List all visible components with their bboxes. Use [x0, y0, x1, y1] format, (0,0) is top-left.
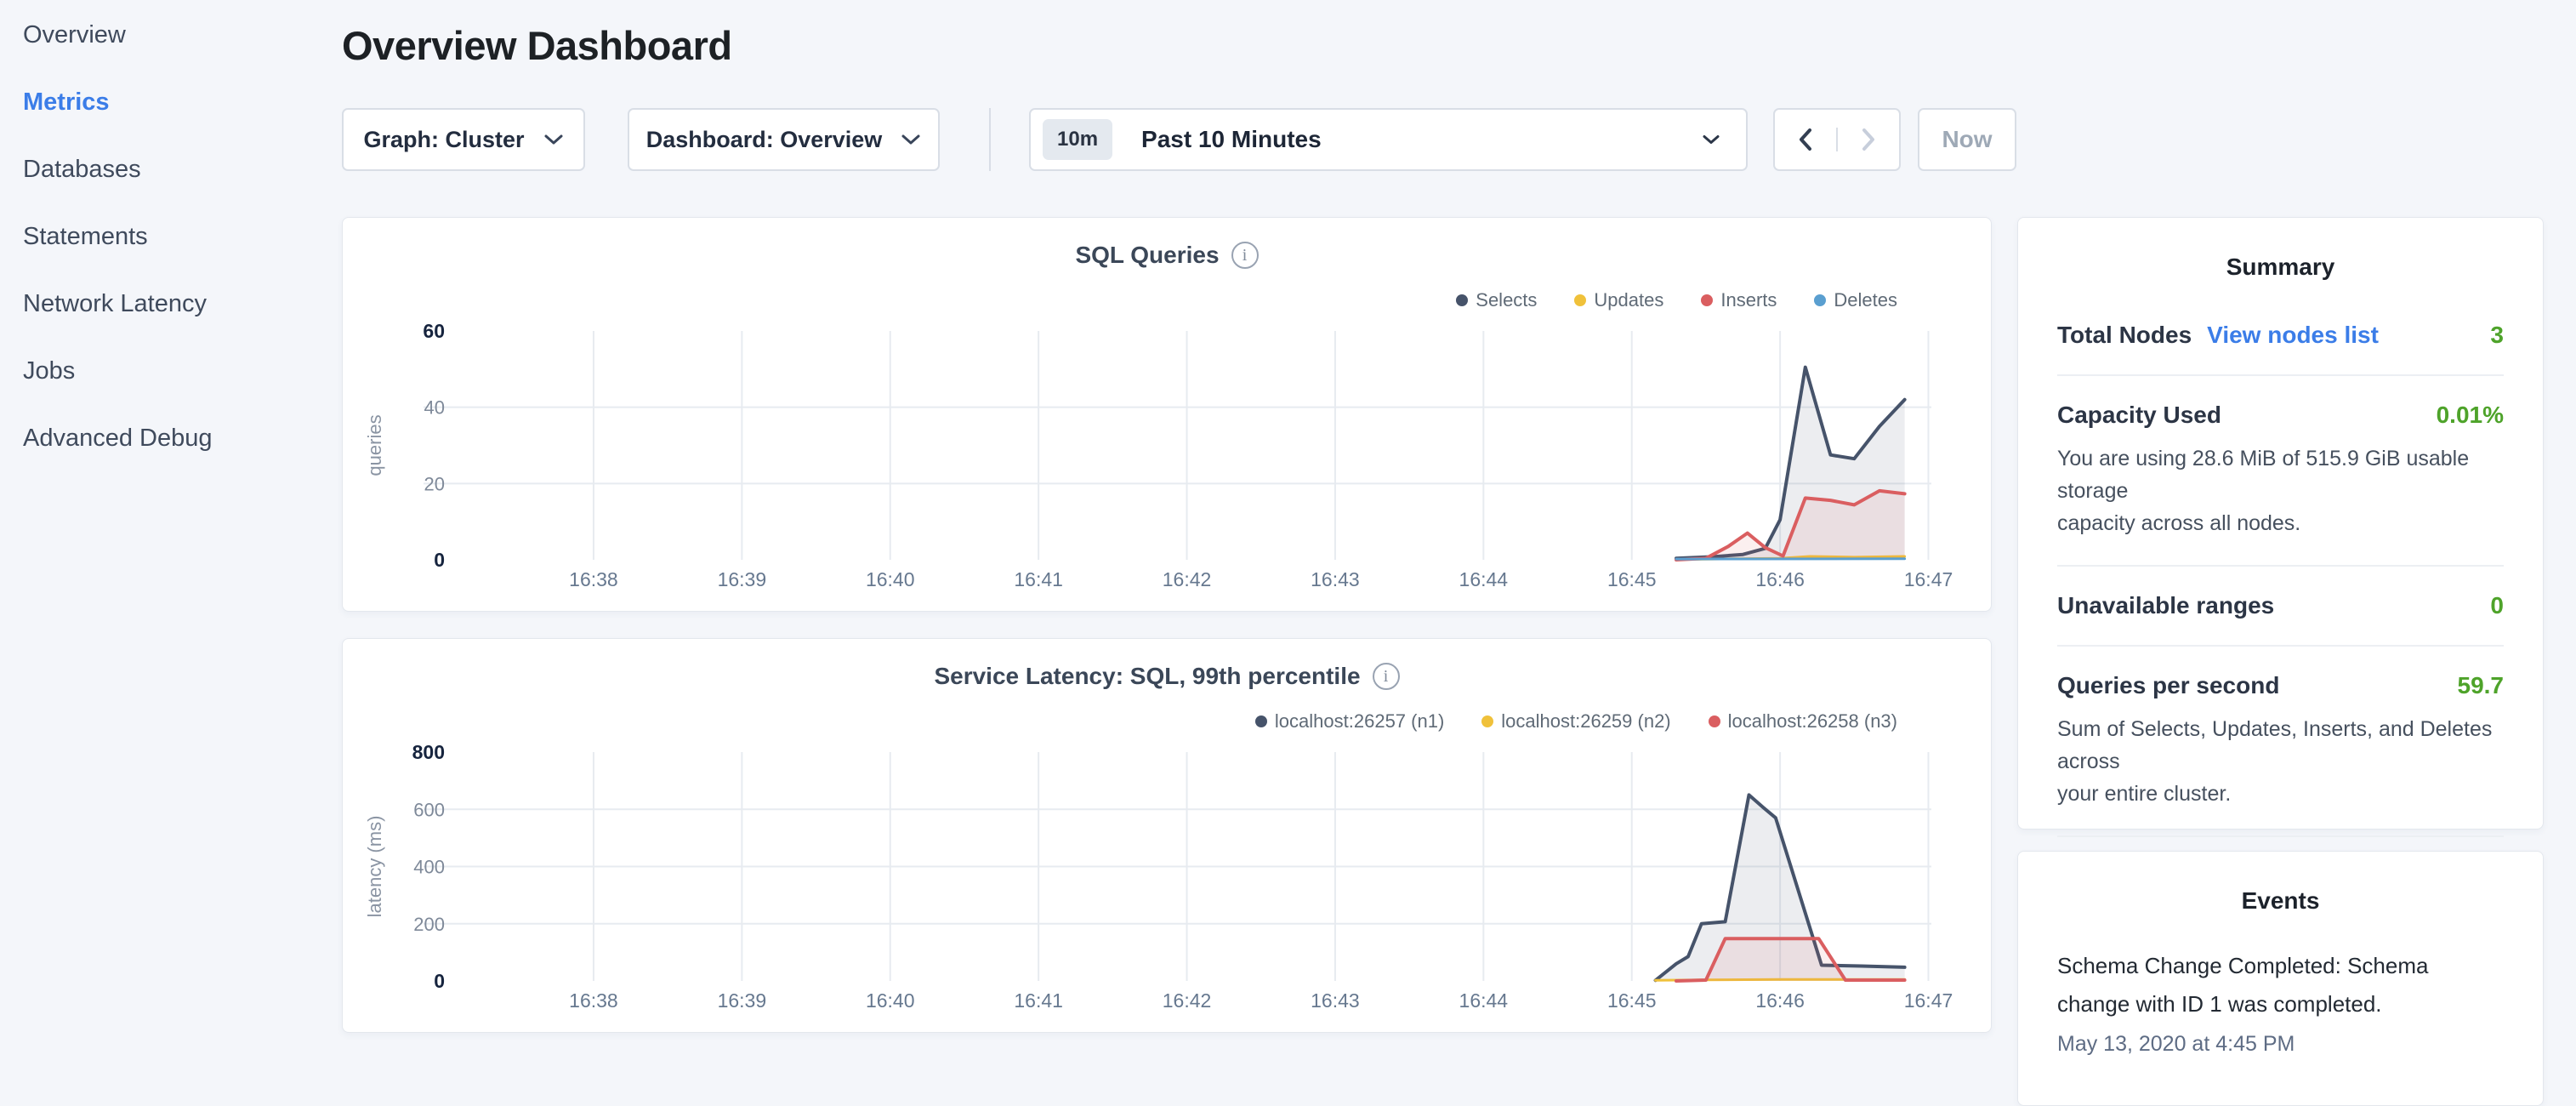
total-nodes-value: 3: [2490, 322, 2504, 349]
chevron-down-icon: [901, 134, 921, 145]
dashboard-dropdown-label: Dashboard: Overview: [646, 127, 883, 153]
service-latency-chart-card: Service Latency: SQL, 99th percentile lo…: [342, 638, 1992, 1033]
capacity-used-description: You are using 28.6 MiB of 515.9 GiB usab…: [2057, 442, 2504, 539]
sql-queries-chart-card: SQL Queries SelectsUpdatesInsertsDeletes…: [342, 217, 1992, 612]
x-tick-label: 16:44: [1459, 989, 1509, 1012]
x-tick-label: 16:42: [1163, 568, 1212, 590]
x-tick-label: 16:40: [866, 989, 915, 1012]
controls-divider: [989, 108, 991, 171]
y-axis-label: queries: [364, 414, 385, 476]
graph-dropdown[interactable]: Graph: Cluster: [342, 108, 585, 171]
x-tick-label: 16:40: [866, 568, 915, 590]
graph-dropdown-label: Graph: Cluster: [363, 127, 524, 153]
capacity-used-value: 0.01%: [2437, 402, 2504, 429]
time-next-button[interactable]: [1836, 128, 1899, 151]
y-axis-label: latency (ms): [364, 816, 385, 918]
y-tick-label: 0: [434, 549, 445, 571]
events-panel: Events Schema Change Completed: Schema c…: [2017, 851, 2544, 1106]
chevron-down-icon: [543, 134, 564, 145]
x-tick-label: 16:47: [1904, 989, 1953, 1012]
queries-per-second-label: Queries per second: [2057, 672, 2279, 699]
sidebar: Overview Metrics Databases Statements Ne…: [0, 0, 342, 1052]
x-tick-label: 16:46: [1755, 989, 1805, 1012]
time-prev-button[interactable]: [1775, 128, 1836, 151]
sidebar-item-metrics[interactable]: Metrics: [23, 69, 342, 136]
time-range-label: Past 10 Minutes: [1141, 126, 1322, 153]
chevron-right-icon: [1862, 128, 1875, 151]
time-range-picker[interactable]: 10m Past 10 Minutes: [1029, 108, 1748, 171]
controls-bar: Graph: Cluster Dashboard: Overview 10m P…: [342, 108, 2016, 171]
sidebar-item-statements[interactable]: Statements: [23, 203, 342, 271]
sidebar-item-databases[interactable]: Databases: [23, 136, 342, 203]
capacity-used-label: Capacity Used: [2057, 402, 2221, 429]
events-title: Events: [2018, 852, 2543, 915]
y-tick-label: 400: [413, 857, 445, 878]
chevron-left-icon: [1799, 128, 1812, 151]
service-latency-chart: 16:38 16:39 16:40 16:41 16:42 16:43 16:44 16:45…: [343, 639, 1993, 1034]
x-tick-label: 16:44: [1459, 568, 1509, 590]
summary-panel: Summary Total Nodes View nodes list 3 Ca…: [2017, 217, 2544, 830]
x-tick-label: 16:39: [718, 989, 767, 1012]
y-tick-label: 600: [413, 799, 445, 820]
page-title: Overview Dashboard: [342, 22, 732, 69]
dashboard-dropdown[interactable]: Dashboard: Overview: [628, 108, 940, 171]
x-tick-label: 16:45: [1607, 568, 1657, 590]
total-nodes-label: Total Nodes: [2057, 322, 2192, 349]
y-tick-label: 40: [424, 397, 445, 419]
x-tick-label: 16:41: [1014, 989, 1063, 1012]
unavailable-ranges-label: Unavailable ranges: [2057, 592, 2274, 619]
chevron-down-icon: [1702, 134, 1720, 145]
sidebar-item-advanced-debug[interactable]: Advanced Debug: [23, 405, 342, 472]
y-tick-label: 60: [423, 320, 445, 342]
queries-per-second-description: Sum of Selects, Updates, Inserts, and De…: [2057, 713, 2504, 810]
unavailable-ranges-value: 0: [2490, 592, 2504, 619]
sidebar-item-network-latency[interactable]: Network Latency: [23, 271, 342, 338]
x-tick-label: 16:39: [718, 568, 767, 590]
y-tick-label: 0: [434, 970, 445, 992]
y-tick-label: 20: [424, 473, 445, 494]
x-tick-label: 16:43: [1311, 989, 1360, 1012]
y-tick-label: 800: [412, 741, 445, 763]
now-button[interactable]: Now: [1918, 108, 2016, 171]
time-range-badge: 10m: [1043, 119, 1112, 160]
sidebar-item-overview[interactable]: Overview: [23, 2, 342, 69]
summary-title: Summary: [2018, 218, 2543, 281]
event-timestamp: May 13, 2020 at 4:45 PM: [2057, 1032, 2504, 1057]
x-tick-label: 16:41: [1014, 568, 1063, 590]
view-nodes-list-link[interactable]: View nodes list: [2207, 322, 2379, 349]
y-tick-label: 200: [413, 914, 445, 935]
x-tick-label: 16:38: [569, 989, 618, 1012]
x-tick-label: 16:45: [1607, 989, 1657, 1012]
x-tick-label: 16:38: [569, 568, 618, 590]
sidebar-item-jobs[interactable]: Jobs: [23, 338, 342, 405]
time-pager: [1773, 108, 1901, 171]
queries-per-second-value: 59.7: [2458, 672, 2505, 699]
event-message[interactable]: Schema Change Completed: Schema change w…: [2057, 947, 2504, 1023]
x-tick-label: 16:42: [1163, 989, 1212, 1012]
x-tick-label: 16:47: [1904, 568, 1953, 590]
x-tick-label: 16:46: [1755, 568, 1805, 590]
x-tick-label: 16:43: [1311, 568, 1360, 590]
sql-queries-chart: 16:38 16:39 16:40 16:41 16:42 16:43 16:44 16:45…: [343, 218, 1993, 613]
